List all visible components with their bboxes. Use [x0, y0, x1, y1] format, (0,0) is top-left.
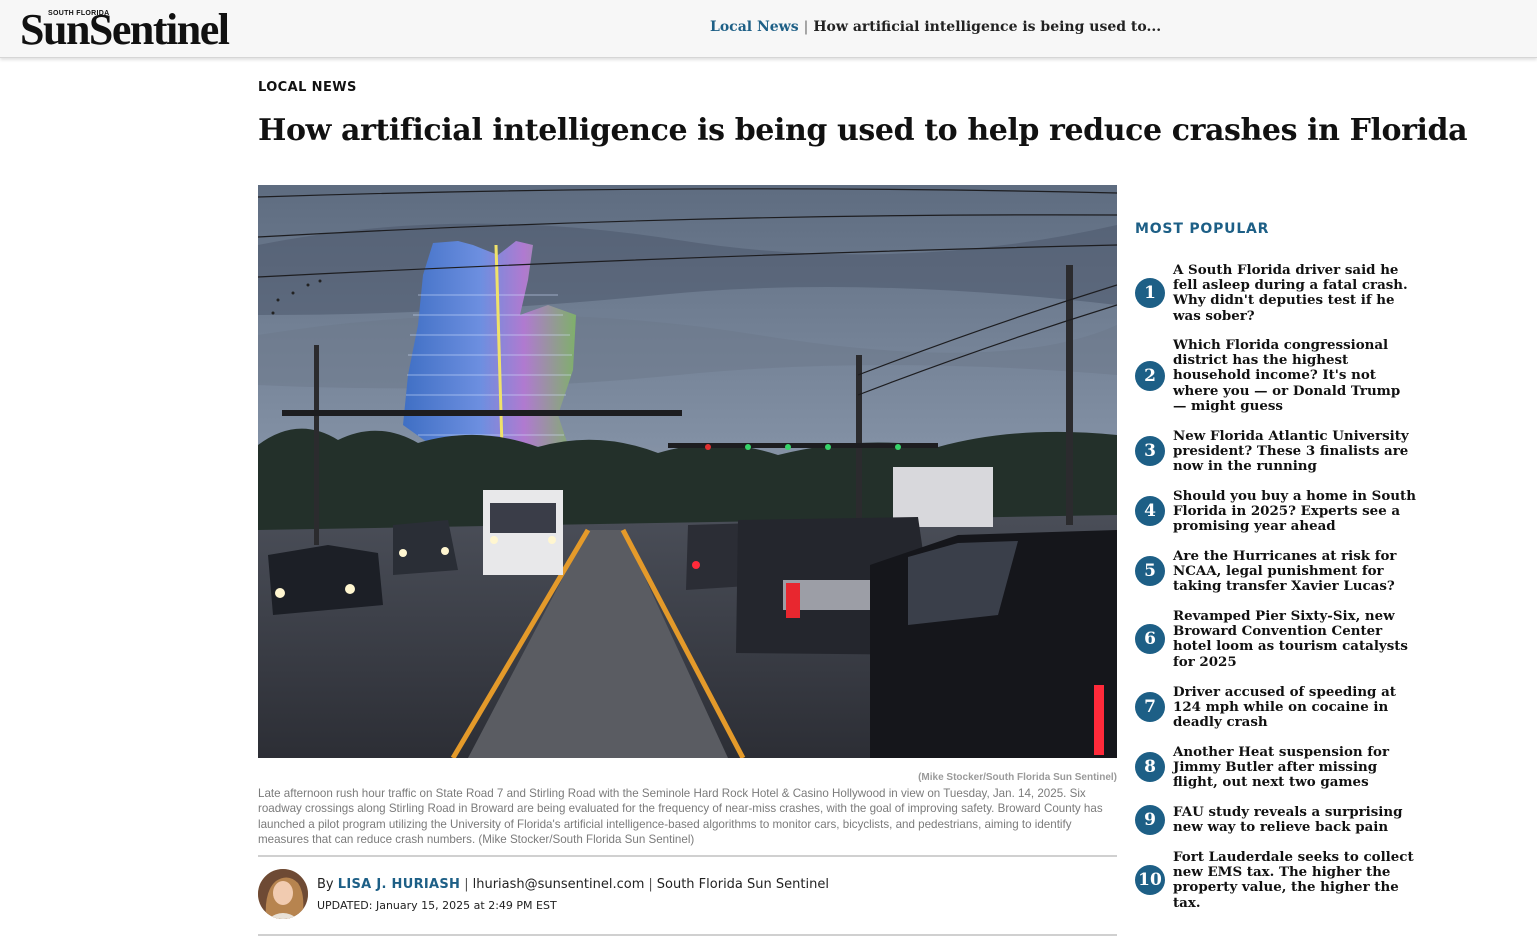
rank-badge: 1: [1135, 278, 1165, 308]
rank-badge: 8: [1135, 752, 1165, 782]
most-popular-link[interactable]: Should you buy a home in South Florida i…: [1173, 488, 1417, 535]
article-lead-photo[interactable]: [258, 185, 1117, 758]
breadcrumb: Local News | How artificial intelligence i…: [710, 19, 1161, 35]
most-popular-link[interactable]: New Florida Atlantic University presiden…: [1173, 428, 1417, 475]
publication-name: South Florida Sun Sentinel: [656, 877, 829, 892]
byline: By LISA J. HURIASH | lhuriash@sunsentinel.…: [317, 877, 829, 892]
rank-badge: 9: [1135, 805, 1165, 835]
rank-badge: 3: [1135, 436, 1165, 466]
photo-credit: (Mike Stocker/South Florida Sun Sentinel…: [918, 772, 1117, 783]
most-popular-link[interactable]: Another Heat suspension for Jimmy Butler…: [1173, 744, 1417, 791]
sun-sentinel-logo[interactable]: SOUTH FLORIDA SunSentinel: [20, 6, 292, 52]
divider: [258, 855, 1117, 857]
site-header: SOUTH FLORIDA SunSentinel Local News | How…: [0, 0, 1537, 58]
byline-separator: |: [464, 877, 469, 892]
rank-badge: 7: [1135, 692, 1165, 722]
most-popular-link[interactable]: Which Florida congressional district has…: [1173, 337, 1417, 414]
rank-badge: 5: [1135, 556, 1165, 586]
breadcrumb-section-link[interactable]: Local News: [710, 19, 799, 35]
divider: [258, 934, 1117, 936]
updated-timestamp: UPDATED: January 15, 2025 at 2:49 PM EST: [317, 899, 557, 912]
rank-badge: 4: [1135, 496, 1165, 526]
rank-badge: 2: [1135, 361, 1165, 391]
most-popular-heading: MOST POPULAR: [1135, 221, 1270, 237]
author-link[interactable]: LISA J. HURIASH: [338, 877, 460, 892]
logo-wordmark: SunSentinel: [20, 5, 230, 54]
photo-caption: Late afternoon rush hour traffic on Stat…: [258, 787, 1103, 846]
most-popular-link[interactable]: A South Florida driver said he fell asle…: [1173, 262, 1417, 324]
most-popular-link[interactable]: Are the Hurricanes at risk for NCAA, leg…: [1173, 548, 1417, 595]
most-popular-link[interactable]: Fort Lauderdale seeks to collect new EMS…: [1173, 849, 1417, 911]
article-headline: How artificial intelligence is being use…: [258, 113, 1468, 148]
byline-prefix: By: [317, 877, 334, 892]
byline-separator: |: [648, 877, 653, 892]
rank-badge: 10: [1135, 865, 1165, 895]
most-popular-link[interactable]: FAU study reveals a surprising new way t…: [1173, 804, 1417, 835]
author-email-link[interactable]: lhuriash@sunsentinel.com: [473, 877, 645, 892]
rank-badge: 6: [1135, 624, 1165, 654]
breadcrumb-separator: |: [803, 19, 809, 35]
author-avatar[interactable]: [258, 869, 308, 919]
most-popular-link[interactable]: Driver accused of speeding at 124 mph wh…: [1173, 684, 1417, 731]
breadcrumb-article-title: How artificial intelligence is being use…: [813, 19, 1162, 35]
most-popular-link[interactable]: Revamped Pier Sixty-Six, new Broward Con…: [1173, 608, 1417, 670]
section-kicker-link[interactable]: LOCAL NEWS: [258, 80, 357, 95]
